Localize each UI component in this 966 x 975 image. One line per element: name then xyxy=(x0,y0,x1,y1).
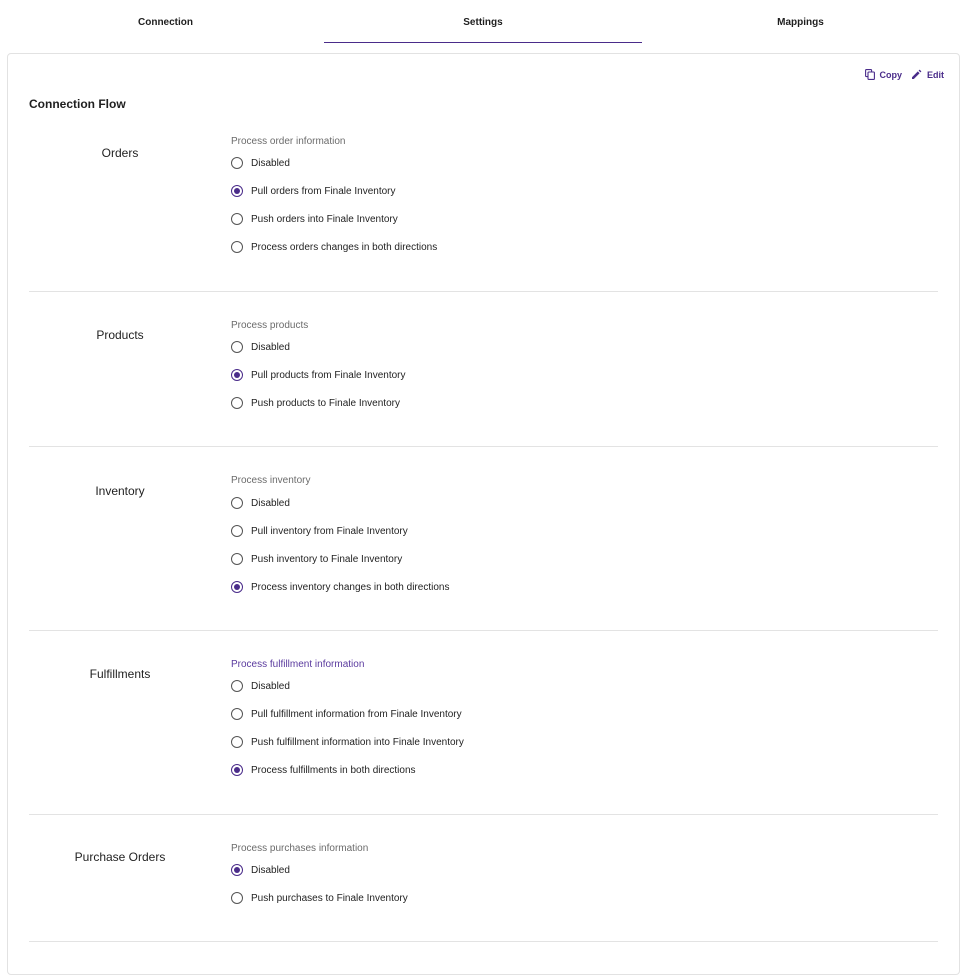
tab-connection[interactable]: Connection xyxy=(7,0,324,44)
group-label: Process purchases information xyxy=(231,843,369,854)
option-label: Disabled xyxy=(251,497,290,509)
option-label: Push products to Finale Inventory xyxy=(251,397,400,409)
radio-unchecked[interactable] xyxy=(231,241,243,253)
option-label: Disabled xyxy=(251,680,290,692)
radio-unchecked[interactable] xyxy=(231,553,243,565)
radio-unchecked[interactable] xyxy=(231,736,243,748)
radio-option[interactable]: Push purchases to Finale Inventory xyxy=(231,892,408,904)
copy-label: Copy xyxy=(879,69,903,80)
option-label: Process orders changes in both direction… xyxy=(251,241,438,253)
radio-unchecked[interactable] xyxy=(231,497,243,509)
section-label: Fulfillments xyxy=(89,667,151,681)
section-orders: Orders Process order information Disable… xyxy=(29,136,938,292)
tab-mappings[interactable]: Mappings xyxy=(642,0,959,44)
option-label: Process inventory changes in both direct… xyxy=(251,581,450,593)
purchase-orders-radio-group: Process purchases information Disabled P… xyxy=(231,843,408,904)
tab-settings[interactable]: Settings xyxy=(324,0,642,44)
option-label: Disabled xyxy=(251,341,290,353)
section-label: Orders xyxy=(101,146,139,160)
option-label: Push fulfillment information into Finale… xyxy=(251,736,464,748)
section-divider xyxy=(29,941,938,942)
radio-unchecked[interactable] xyxy=(231,892,243,904)
radio-option[interactable]: Pull orders from Finale Inventory xyxy=(231,185,396,197)
radio-checked[interactable] xyxy=(231,185,243,197)
pencil-icon xyxy=(911,69,922,80)
products-radio-group: Process products Disabled Pull products … xyxy=(231,320,406,409)
section-divider xyxy=(29,630,938,631)
radio-option[interactable]: Pull fulfillment information from Finale… xyxy=(231,708,462,720)
option-label: Disabled xyxy=(251,864,290,876)
group-label: Process inventory xyxy=(231,475,311,486)
section-label: Inventory xyxy=(95,484,145,498)
edit-button[interactable]: Edit xyxy=(911,69,944,80)
tab-mappings-label: Mappings xyxy=(777,16,824,28)
group-label: Process products xyxy=(231,320,309,331)
fulfillments-radio-group: Process fulfillment information Disabled… xyxy=(231,659,464,776)
radio-option[interactable]: Process fulfillments in both directions xyxy=(231,764,416,776)
radio-option[interactable]: Disabled xyxy=(231,497,290,509)
tab-connection-label: Connection xyxy=(138,16,193,28)
option-label: Disabled xyxy=(251,157,290,169)
radio-unchecked[interactable] xyxy=(231,397,243,409)
option-label: Process fulfillments in both directions xyxy=(251,764,416,776)
copy-button[interactable]: Copy xyxy=(864,69,903,80)
section-purchase-orders: Purchase Orders Process purchases inform… xyxy=(29,843,938,943)
tab-settings-label: Settings xyxy=(463,16,503,28)
radio-option[interactable]: Push fulfillment information into Finale… xyxy=(231,736,464,748)
group-label: Process fulfillment information xyxy=(231,659,365,670)
section-divider xyxy=(29,291,938,292)
section-divider xyxy=(29,814,938,815)
radio-checked[interactable] xyxy=(231,864,243,876)
radio-checked[interactable] xyxy=(231,764,243,776)
option-label: Pull fulfillment information from Finale… xyxy=(251,708,462,720)
radio-checked[interactable] xyxy=(231,369,243,381)
section-inventory: Inventory Process inventory Disabled Pul… xyxy=(29,475,938,631)
option-label: Push inventory to Finale Inventory xyxy=(251,553,403,565)
radio-unchecked[interactable] xyxy=(231,157,243,169)
radio-option[interactable]: Disabled xyxy=(231,341,290,353)
radio-option[interactable]: Disabled xyxy=(231,680,290,692)
radio-option[interactable]: Disabled xyxy=(231,864,290,876)
section-products: Products Process products Disabled Pull … xyxy=(29,320,938,447)
option-label: Push orders into Finale Inventory xyxy=(251,213,398,225)
radio-option[interactable]: Disabled xyxy=(231,157,290,169)
group-label: Process order information xyxy=(231,136,346,147)
radio-checked[interactable] xyxy=(231,581,243,593)
option-label: Push purchases to Finale Inventory xyxy=(251,892,408,904)
radio-option[interactable]: Push inventory to Finale Inventory xyxy=(231,553,402,565)
radio-option[interactable]: Push products to Finale Inventory xyxy=(231,397,400,409)
section-fulfillments: Fulfillments Process fulfillment informa… xyxy=(29,659,938,815)
radio-unchecked[interactable] xyxy=(231,213,243,225)
option-label: Pull products from Finale Inventory xyxy=(251,369,406,381)
section-label: Purchase Orders xyxy=(74,850,166,864)
inventory-radio-group: Process inventory Disabled Pull inventor… xyxy=(231,475,449,593)
orders-radio-group: Process order information Disabled Pull … xyxy=(231,136,437,253)
section-label: Products xyxy=(96,328,144,342)
copy-icon xyxy=(864,69,875,80)
edit-label: Edit xyxy=(927,69,944,80)
page-title: Connection Flow xyxy=(29,97,126,111)
option-label: Pull orders from Finale Inventory xyxy=(251,185,396,197)
radio-option[interactable]: Pull inventory from Finale Inventory xyxy=(231,525,408,537)
panel-actions: Copy Edit xyxy=(864,69,944,80)
option-label: Pull inventory from Finale Inventory xyxy=(251,525,408,537)
radio-unchecked[interactable] xyxy=(231,341,243,353)
radio-unchecked[interactable] xyxy=(231,680,243,692)
radio-option[interactable]: Process orders changes in both direction… xyxy=(231,241,437,253)
settings-panel: Copy Edit Connection Flow Orders Process… xyxy=(7,53,960,975)
radio-unchecked[interactable] xyxy=(231,525,243,537)
tab-bar: Connection Settings Mappings xyxy=(7,0,959,44)
radio-option[interactable]: Process inventory changes in both direct… xyxy=(231,581,449,593)
radio-option[interactable]: Pull products from Finale Inventory xyxy=(231,369,406,381)
radio-option[interactable]: Push orders into Finale Inventory xyxy=(231,213,398,225)
section-divider xyxy=(29,446,938,447)
radio-unchecked[interactable] xyxy=(231,708,243,720)
